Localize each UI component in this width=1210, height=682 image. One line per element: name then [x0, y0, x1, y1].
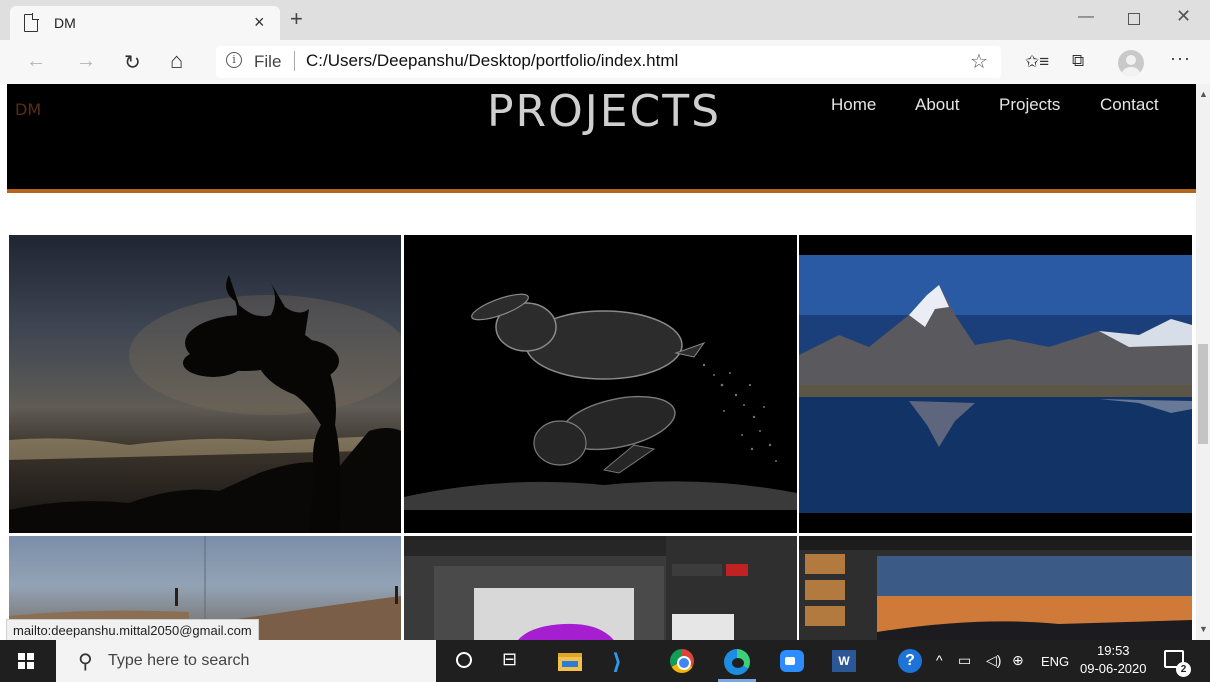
nav-link-home[interactable]: Home [831, 95, 876, 115]
collections-icon[interactable]: ⧉ [1072, 51, 1084, 71]
scroll-thumb[interactable] [1198, 344, 1208, 444]
network-icon[interactable]: ⊕ [1012, 652, 1024, 669]
hares-image [404, 293, 797, 533]
windows-start-icon[interactable] [18, 653, 34, 669]
refresh-icon[interactable]: ↻ [124, 50, 141, 75]
language-indicator[interactable]: ENG [1041, 654, 1069, 669]
info-icon[interactable]: i [226, 52, 242, 68]
minimize-icon[interactable]: — [1078, 8, 1094, 26]
clock-date[interactable]: 09-06-2020 [1080, 661, 1147, 676]
project-image-hares[interactable] [404, 235, 797, 533]
close-tab-icon[interactable]: × [254, 12, 265, 33]
maximize-icon[interactable] [1128, 13, 1140, 25]
photo-editor-sunset-image [799, 536, 1192, 640]
zoom-icon[interactable] [780, 650, 804, 672]
notification-count-badge: 2 [1176, 662, 1191, 677]
tab-bar: DM × + — ✕ [0, 0, 1210, 40]
back-icon[interactable]: ← [26, 50, 46, 73]
battery-icon[interactable]: ▭ [958, 652, 971, 669]
task-view-icon[interactable]: ⊟ [502, 649, 517, 670]
project-image-mountain[interactable] [799, 235, 1192, 533]
mountain-lake-image [799, 255, 1192, 513]
nav-link-about[interactable]: About [915, 95, 959, 115]
nav-link-contact[interactable]: Contact [1100, 95, 1159, 115]
volume-icon[interactable]: ◁) [986, 652, 1001, 669]
address-bar[interactable]: i File C:/Users/Deepanshu/Desktop/portfo… [216, 46, 1001, 78]
help-icon[interactable]: ? [898, 649, 922, 673]
nav-link-projects[interactable]: Projects [999, 95, 1060, 115]
page-viewport: DM PROJECTS Home About Projects Contact [0, 84, 1196, 640]
chrome-icon[interactable] [670, 649, 694, 673]
tree-silhouette-image [9, 275, 401, 533]
link-status-tooltip: mailto:deepanshu.mittal2050@gmail.com [6, 619, 259, 641]
file-explorer-icon[interactable] [558, 653, 582, 671]
tab-title: DM [54, 15, 76, 31]
new-tab-icon[interactable]: + [290, 6, 303, 32]
profile-avatar-icon[interactable] [1118, 50, 1144, 76]
page-title: PROJECTS [487, 86, 722, 137]
star-icon[interactable]: ☆ [970, 49, 988, 74]
search-icon: ⚲ [78, 651, 93, 673]
close-window-icon[interactable]: ✕ [1176, 6, 1191, 27]
edge-icon[interactable] [724, 649, 750, 675]
search-placeholder: Type here to search [108, 652, 250, 669]
project-image-editor-car[interactable] [404, 536, 797, 640]
site-header: DM PROJECTS Home About Projects Contact [7, 84, 1196, 193]
project-image-tree[interactable] [9, 235, 401, 533]
favorites-icon[interactable]: ✩≡ [1025, 52, 1049, 72]
more-options-icon[interactable]: ··· [1170, 48, 1191, 69]
taskbar: ⚲ Type here to search ⊟ ⟩ W ? ^ ▭ ◁) ⊕ E… [0, 640, 1210, 682]
page-scrollbar[interactable]: ▲ ▼ [1196, 84, 1210, 640]
scheme-label: File [254, 52, 282, 71]
forward-icon[interactable]: → [76, 50, 96, 73]
clock-time[interactable]: 19:53 [1097, 643, 1130, 658]
address-divider [294, 51, 295, 71]
browser-toolbar: ← → ↻ ⌂ i File C:/Users/Deepanshu/Deskto… [0, 40, 1210, 84]
photo-editor-car-image [404, 536, 797, 640]
site-logo[interactable]: DM [15, 100, 41, 119]
page-icon [24, 13, 39, 32]
tray-chevron-icon[interactable]: ^ [936, 652, 943, 668]
scroll-up-icon[interactable]: ▲ [1199, 89, 1208, 99]
cortana-icon[interactable] [456, 652, 472, 668]
url-text[interactable]: C:/Users/Deepanshu/Desktop/portfolio/ind… [306, 51, 678, 71]
word-icon[interactable]: W [832, 650, 856, 672]
taskbar-search-box[interactable]: ⚲ Type here to search [56, 640, 436, 682]
project-image-editor-sunset[interactable] [799, 536, 1192, 640]
home-icon[interactable]: ⌂ [170, 48, 183, 74]
browser-tab[interactable]: DM × [10, 6, 280, 40]
scroll-down-icon[interactable]: ▼ [1199, 624, 1208, 634]
vscode-icon[interactable]: ⟩ [612, 649, 622, 675]
